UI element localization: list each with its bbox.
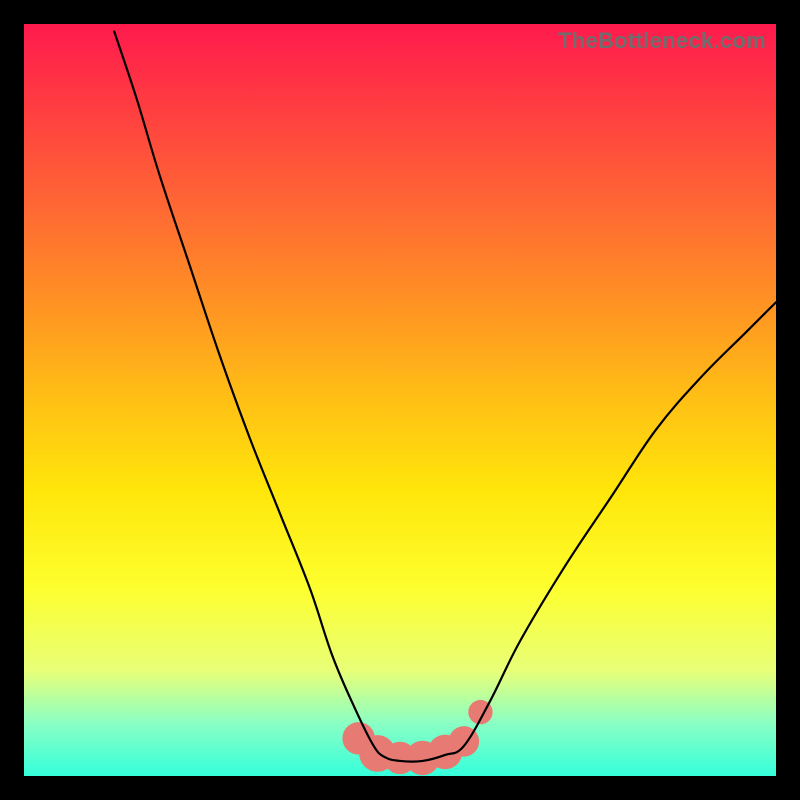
chart-plot bbox=[24, 24, 776, 776]
chart-frame: TheBottleneck.com bbox=[24, 24, 776, 776]
bottleneck-curve bbox=[114, 32, 776, 762]
